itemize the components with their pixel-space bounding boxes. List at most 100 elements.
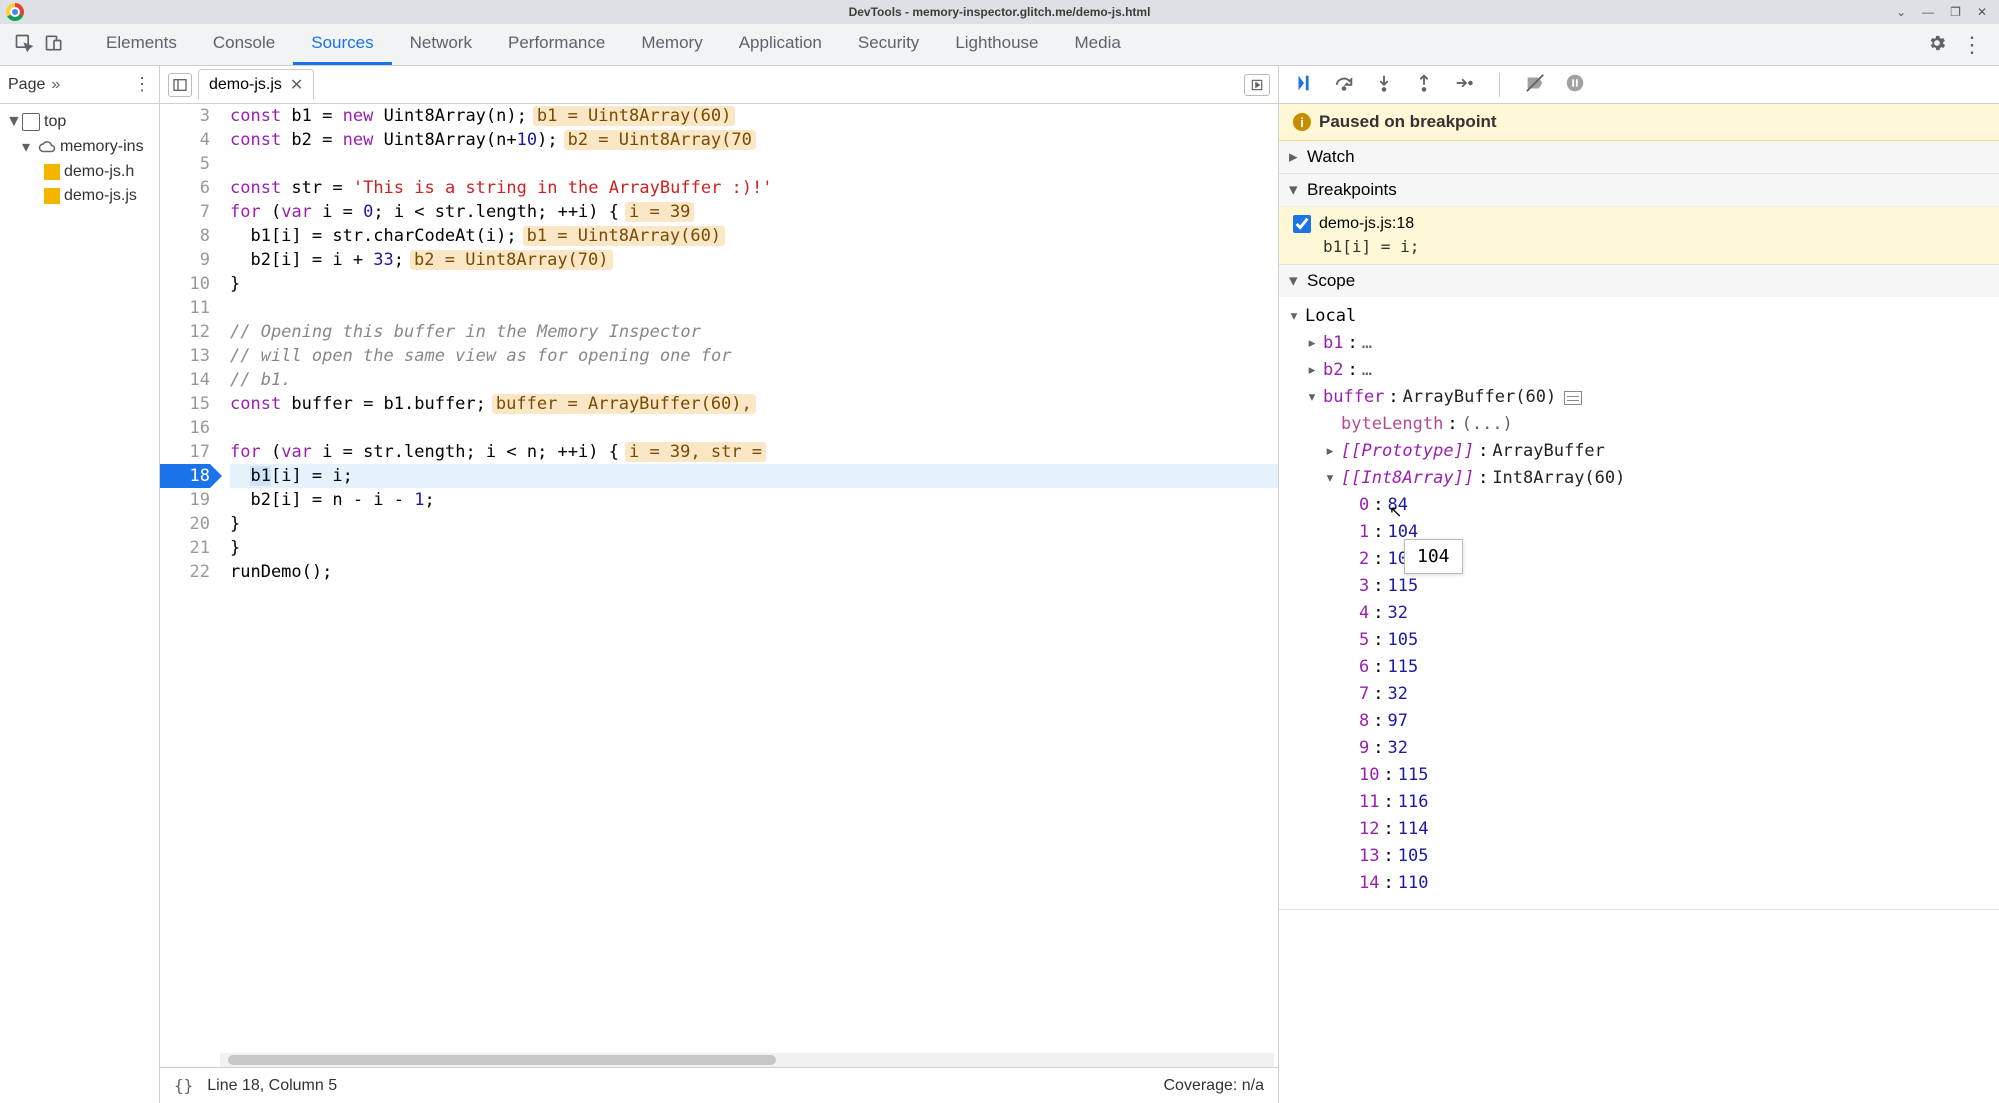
scope-array-item[interactable]: 12: 114 [1287,816,1991,843]
scope-array-item[interactable]: 13: 105 [1287,843,1991,870]
window-restore-icon[interactable]: ❐ [1950,5,1961,19]
run-snippet-icon[interactable] [1244,74,1270,96]
window-close-icon[interactable]: ✕ [1977,5,1987,19]
pretty-print-icon[interactable]: {} [174,1076,193,1095]
line-number[interactable]: 7 [160,200,210,224]
scope-array-item[interactable]: 11: 116 [1287,789,1991,816]
tree-file[interactable]: demo-js.h [4,160,155,184]
code-line[interactable]: runDemo(); [230,560,1278,584]
code-line[interactable]: b2[i] = i + 33;b2 = Uint8Array(70) [230,248,1278,272]
scope-array-item[interactable]: 2: 105 [1287,546,1991,573]
step-over-button[interactable] [1333,72,1355,97]
line-number[interactable]: 15 [160,392,210,416]
code-line[interactable]: const str = 'This is a string in the Arr… [230,176,1278,200]
scope-var-buffer[interactable]: ▾buffer: ArrayBuffer(60) [1287,384,1991,411]
settings-icon[interactable] [1927,33,1947,56]
scope-array-item[interactable]: 5: 105 [1287,627,1991,654]
memory-inspector-icon[interactable] [1564,391,1582,405]
window-expand-icon[interactable]: ⌄ [1896,5,1906,19]
code-line[interactable] [230,296,1278,320]
scope-array-item[interactable]: 4: 32 [1287,600,1991,627]
tree-frame-top[interactable]: ▼ top [4,110,155,134]
code-line[interactable]: // Opening this buffer in the Memory Ins… [230,320,1278,344]
deactivate-breakpoints-button[interactable] [1524,72,1546,97]
scope-array-item[interactable]: 14: 110 [1287,870,1991,897]
line-number[interactable]: 17 [160,440,210,464]
tree-file[interactable]: demo-js.js [4,184,155,208]
code-line[interactable]: b1[i] = str.charCodeAt(i);b1 = Uint8Arra… [230,224,1278,248]
window-minimize-icon[interactable]: — [1922,5,1934,19]
line-number[interactable]: 18 [160,464,210,488]
tab-media[interactable]: Media [1057,24,1139,65]
code-line[interactable]: } [230,272,1278,296]
line-number[interactable]: 4 [160,128,210,152]
pause-on-exceptions-button[interactable] [1564,72,1586,97]
device-toolbar-icon[interactable] [44,33,64,56]
breakpoint-checkbox[interactable] [1293,215,1311,233]
inspect-element-icon[interactable] [14,33,34,56]
tab-security[interactable]: Security [840,24,937,65]
code-line[interactable]: } [230,512,1278,536]
scope-prototype[interactable]: ▸[[Prototype]]: ArrayBuffer [1287,438,1991,465]
breakpoint-item[interactable]: demo-js.js:18 b1[i] = i; [1279,206,1999,264]
scope-array-item[interactable]: 10: 115 [1287,762,1991,789]
scope-array-item[interactable]: 9: 32 [1287,735,1991,762]
line-number[interactable]: 21 [160,536,210,560]
tab-performance[interactable]: Performance [490,24,623,65]
editor-tab[interactable]: demo-js.js ✕ [198,69,314,100]
code-line[interactable]: b2[i] = n - i - 1; [230,488,1278,512]
more-menu-icon[interactable]: ⋮ [1961,32,1983,58]
scope-int8array[interactable]: ▾[[Int8Array]]: Int8Array(60) [1287,465,1991,492]
code-line[interactable]: // will open the same view as for openin… [230,344,1278,368]
scope-bytelength[interactable]: byteLength: (...) [1287,411,1991,438]
toggle-navigator-icon[interactable] [168,73,192,97]
line-number[interactable]: 3 [160,104,210,128]
code-line[interactable]: const buffer = b1.buffer;buffer = ArrayB… [230,392,1278,416]
scope-var-b2[interactable]: ▸b2: … [1287,357,1991,384]
line-number[interactable]: 22 [160,560,210,584]
code-line[interactable]: } [230,536,1278,560]
code-line[interactable]: const b1 = new Uint8Array(n);b1 = Uint8A… [230,104,1278,128]
tree-domain[interactable]: ▾ memory-ins [4,134,155,160]
line-number[interactable]: 12 [160,320,210,344]
line-number[interactable]: 13 [160,344,210,368]
line-number[interactable]: 20 [160,512,210,536]
code-line[interactable]: for (var i = 0; i < str.length; ++i) {i … [230,200,1278,224]
breakpoints-section-header[interactable]: ▾Breakpoints [1279,174,1999,206]
tab-lighthouse[interactable]: Lighthouse [937,24,1056,65]
close-tab-icon[interactable]: ✕ [290,75,303,95]
code-line[interactable]: for (var i = str.length; i < n; ++i) {i … [230,440,1278,464]
tab-sources[interactable]: Sources [293,24,391,65]
line-number[interactable]: 10 [160,272,210,296]
code-line[interactable] [230,152,1278,176]
code-line[interactable]: const b2 = new Uint8Array(n+10);b2 = Uin… [230,128,1278,152]
line-number[interactable]: 19 [160,488,210,512]
step-into-button[interactable] [1373,72,1395,97]
tab-elements[interactable]: Elements [88,24,195,65]
tab-memory[interactable]: Memory [623,24,720,65]
code-line[interactable] [230,416,1278,440]
line-number[interactable]: 14 [160,368,210,392]
line-number[interactable]: 5 [160,152,210,176]
line-number[interactable]: 6 [160,176,210,200]
scope-var-b1[interactable]: ▸b1: … [1287,330,1991,357]
scope-array-item[interactable]: 1: 104 [1287,519,1991,546]
step-button[interactable] [1453,72,1475,97]
line-number[interactable]: 8 [160,224,210,248]
watch-section-header[interactable]: ▸Watch [1279,141,1999,173]
page-tab-label[interactable]: Page [8,76,45,94]
scope-array-item[interactable]: 8: 97 [1287,708,1991,735]
scope-section-header[interactable]: ▾Scope [1279,265,1999,297]
tab-console[interactable]: Console [195,24,293,65]
horizontal-scrollbar[interactable] [220,1053,1274,1067]
line-number[interactable]: 9 [160,248,210,272]
scope-array-item[interactable]: 7: 32 [1287,681,1991,708]
line-number[interactable]: 16 [160,416,210,440]
tab-application[interactable]: Application [721,24,840,65]
navigator-menu-icon[interactable]: ⋮ [133,74,151,95]
tab-network[interactable]: Network [392,24,490,65]
line-number[interactable]: 11 [160,296,210,320]
code-line[interactable]: b1[i] = i; [230,464,1278,488]
scope-array-item[interactable]: 6: 115 [1287,654,1991,681]
code-line[interactable]: // b1. [230,368,1278,392]
